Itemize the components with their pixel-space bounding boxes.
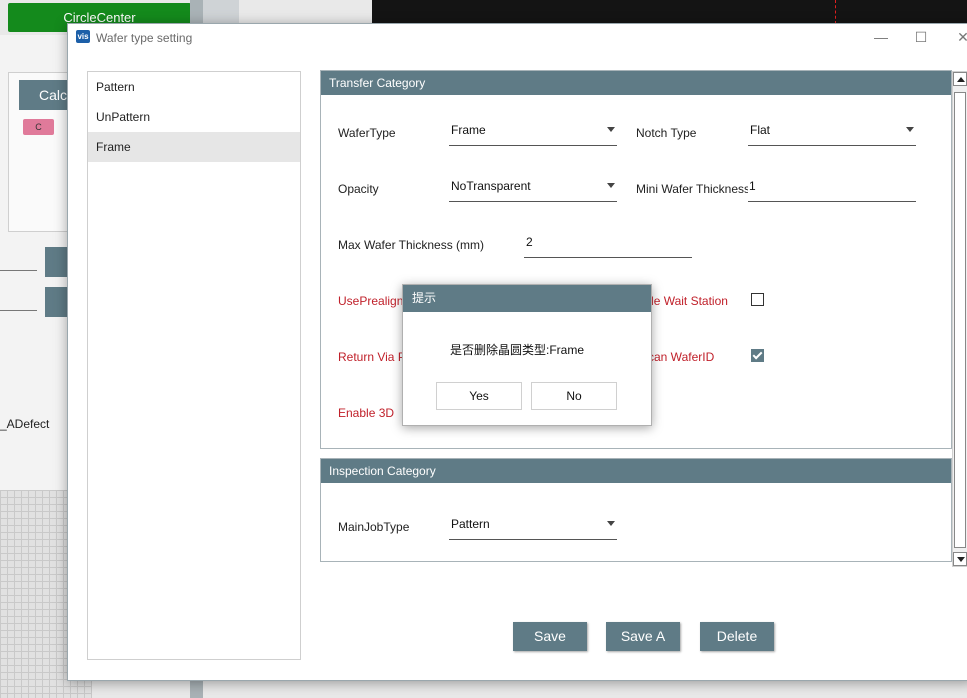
chevron-down-icon [607, 521, 615, 526]
pink-tag[interactable]: C [23, 119, 54, 135]
no-button[interactable]: No [531, 382, 617, 410]
wafer-type-list: Pattern UnPattern Frame [87, 71, 301, 660]
background-dashed-line [835, 0, 836, 24]
background-field-line [0, 310, 37, 311]
scroll-thumb[interactable] [954, 92, 966, 548]
list-item-unpattern[interactable]: UnPattern [88, 102, 300, 132]
main-job-type-combo[interactable]: Pattern [449, 513, 617, 540]
mini-thickness-input[interactable]: 1 [748, 175, 916, 202]
maximize-icon[interactable]: ☐ [911, 28, 931, 46]
confirm-dialog-message: 是否删除晶圆类型:Frame [450, 343, 585, 357]
app-icon: vis [76, 30, 90, 43]
scan-waferid-checkbox[interactable] [751, 349, 764, 362]
opacity-value: NoTransparent [451, 179, 531, 193]
enable-wait-station-checkbox[interactable] [751, 293, 764, 306]
main-job-type-label: MainJobType [338, 520, 410, 534]
notch-type-label: Notch Type [636, 126, 697, 140]
mini-thickness-label: Mini Wafer Thickness [636, 182, 748, 196]
main-job-type-value: Pattern [451, 517, 490, 531]
grid-icon[interactable] [203, 0, 239, 24]
background-field-line [0, 270, 37, 271]
opacity-label: Opacity [338, 182, 379, 196]
delete-button[interactable]: Delete [700, 622, 774, 651]
save-button[interactable]: Save [513, 622, 587, 651]
adefect-label: _ADefect [0, 417, 50, 431]
minimize-icon[interactable]: — [871, 28, 891, 46]
mini-thickness-value: 1 [749, 179, 756, 193]
inspection-category-header: Inspection Category [321, 459, 951, 483]
title-bar[interactable]: vis Wafer type setting — ☐ ✕ [68, 24, 967, 52]
enable-3d-label: Enable 3D [338, 406, 395, 420]
scroll-up-icon[interactable] [953, 72, 967, 86]
wafer-type-value: Frame [451, 123, 486, 137]
inspection-category-group: Inspection Category MainJobType Pattern [320, 458, 952, 562]
close-icon[interactable]: ✕ [953, 28, 967, 46]
notch-type-combo[interactable]: Flat [748, 119, 916, 146]
opacity-combo[interactable]: NoTransparent [449, 175, 617, 202]
wafer-type-label: WaferType [338, 126, 396, 140]
vertical-scrollbar[interactable] [952, 71, 967, 567]
return-via-label: Return Via P [338, 350, 406, 364]
list-item-frame[interactable]: Frame [88, 132, 300, 162]
max-thickness-value: 2 [526, 235, 533, 249]
scroll-down-icon[interactable] [953, 552, 967, 566]
confirm-dialog-title: 提示 [403, 285, 651, 312]
transfer-category-header: Transfer Category [321, 71, 951, 95]
yes-button[interactable]: Yes [436, 382, 522, 410]
notch-type-value: Flat [750, 123, 771, 137]
confirm-dialog: 提示 是否删除晶圆类型:Frame Yes No [402, 284, 652, 426]
list-item-pattern[interactable]: Pattern [88, 72, 300, 102]
max-thickness-label: Max Wafer Thickness (mm) [338, 238, 485, 252]
chevron-down-icon [607, 183, 615, 188]
chevron-down-icon [906, 127, 914, 132]
background-dark-viewport [372, 0, 967, 24]
save-as-button[interactable]: Save A [606, 622, 680, 651]
wafer-type-combo[interactable]: Frame [449, 119, 617, 146]
chevron-down-icon [607, 127, 615, 132]
max-thickness-input[interactable]: 2 [524, 231, 692, 258]
window-title: Wafer type setting [96, 31, 193, 45]
